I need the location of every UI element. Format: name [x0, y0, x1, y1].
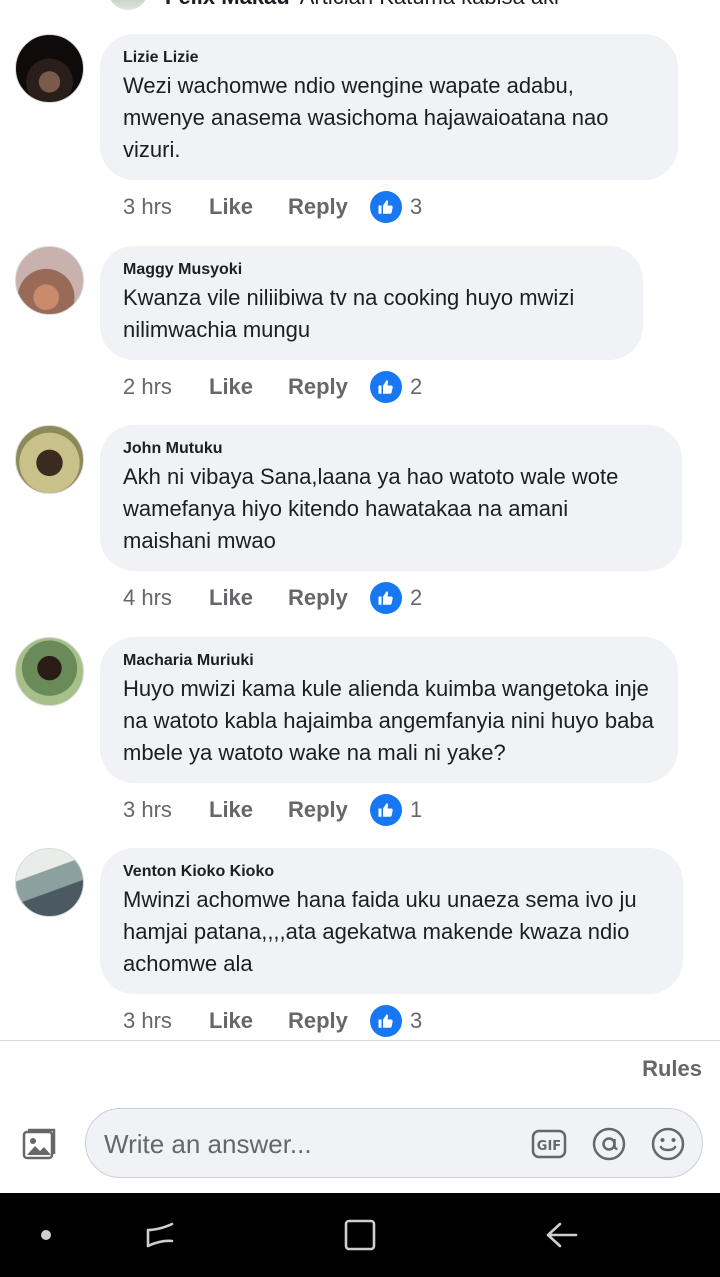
- thumbs-up-icon: [370, 371, 402, 403]
- comment-time[interactable]: 2 hrs: [123, 374, 209, 400]
- like-button[interactable]: Like: [209, 797, 288, 823]
- comment-text: Mwinzi achomwe hana faida uku unaeza sem…: [123, 887, 637, 976]
- reply-button[interactable]: Reply: [288, 1008, 370, 1034]
- answer-input[interactable]: [102, 1121, 516, 1167]
- reply-button[interactable]: Reply: [288, 374, 370, 400]
- comment-author[interactable]: Venton Kioko Kioko: [123, 862, 661, 882]
- like-button[interactable]: Like: [209, 374, 288, 400]
- comment-author[interactable]: Maggy Musyoki: [123, 260, 621, 280]
- avatar[interactable]: [15, 34, 84, 103]
- comment-author[interactable]: Macharia Muriuki: [123, 651, 656, 671]
- reaction-summary[interactable]: 1: [370, 794, 422, 826]
- thumbs-up-icon: [370, 794, 402, 826]
- recents-icon[interactable]: [140, 1215, 180, 1255]
- reaction-summary[interactable]: 2: [370, 371, 422, 403]
- rules-link[interactable]: Rules: [642, 1056, 702, 1082]
- comment-time[interactable]: 3 hrs: [123, 797, 209, 823]
- comment-actions: 3 hrs Like Reply 1: [123, 794, 422, 826]
- comment-text: Kwanza vile niliibiwa tv na cooking huyo…: [123, 285, 575, 342]
- avatar[interactable]: [108, 0, 148, 10]
- back-icon[interactable]: [542, 1215, 582, 1255]
- composer: GIF: [0, 1108, 720, 1178]
- comment-actions: 3 hrs Like Reply 3: [123, 1005, 422, 1037]
- reaction-summary[interactable]: 3: [370, 191, 422, 223]
- comment-author[interactable]: Felix Makau: [165, 0, 290, 9]
- avatar[interactable]: [15, 246, 84, 315]
- comment-bubble[interactable]: Lizie Lizie Wezi wachomwe ndio wengine w…: [100, 34, 678, 180]
- avatar[interactable]: [15, 637, 84, 706]
- comment-author[interactable]: John Mutuku: [123, 439, 660, 459]
- reaction-summary[interactable]: 3: [370, 1005, 422, 1037]
- photo-icon[interactable]: [20, 1124, 60, 1164]
- reaction-summary[interactable]: 2: [370, 582, 422, 614]
- home-icon[interactable]: [340, 1215, 380, 1255]
- comment-text: Wezi wachomwe ndio wengine wapate adabu,…: [123, 73, 609, 162]
- avatar[interactable]: [15, 848, 84, 917]
- svg-text:GIF: GIF: [537, 1139, 561, 1154]
- comment-text: Huyo mwizi kama kule aliendа kuimba wang…: [123, 676, 654, 765]
- system-navigation-bar: [0, 1193, 720, 1277]
- comment-time[interactable]: 3 hrs: [123, 194, 209, 220]
- reaction-count: 3: [410, 194, 423, 219]
- comment-text: Akh ni vibaya Sana,laana ya hao watoto w…: [123, 464, 619, 553]
- reaction-count: 3: [410, 1008, 423, 1033]
- comment-bubble[interactable]: Macharia Muriuki Huyo mwizi kama kule al…: [100, 637, 678, 783]
- previous-comment-partial: Felix Makau Articlan Katuma kabisa aki: [0, 0, 720, 10]
- comment-actions: 2 hrs Like Reply 2: [123, 371, 422, 403]
- comment-bubble[interactable]: John Mutuku Akh ni vibaya Sana,laana ya …: [100, 425, 682, 571]
- thumbs-up-icon: [370, 1005, 402, 1037]
- thumbs-up-icon: [370, 582, 402, 614]
- gif-icon[interactable]: GIF: [531, 1126, 567, 1162]
- thumbs-up-icon: [370, 191, 402, 223]
- reply-button[interactable]: Reply: [288, 194, 370, 220]
- emoji-icon[interactable]: [650, 1126, 686, 1162]
- reaction-count: 1: [410, 797, 423, 822]
- comment-text: Articlan Katuma kabisa aki: [300, 0, 559, 9]
- comment-actions: 3 hrs Like Reply 3: [123, 191, 422, 223]
- like-button[interactable]: Like: [209, 585, 288, 611]
- divider: [0, 1040, 720, 1041]
- comment-author[interactable]: Lizie Lizie: [123, 48, 656, 68]
- comment-bubble[interactable]: Venton Kioko Kioko Mwinzi achomwe hana f…: [100, 848, 683, 994]
- reaction-count: 2: [410, 585, 423, 610]
- avatar[interactable]: [15, 425, 84, 494]
- like-button[interactable]: Like: [209, 1008, 288, 1034]
- reaction-count: 2: [410, 374, 423, 399]
- dot-icon[interactable]: [26, 1215, 66, 1255]
- reply-button[interactable]: Reply: [288, 797, 370, 823]
- comment-time[interactable]: 4 hrs: [123, 585, 209, 611]
- answer-box: GIF: [85, 1108, 703, 1178]
- at-icon[interactable]: [591, 1126, 627, 1162]
- comment-time[interactable]: 3 hrs: [123, 1008, 209, 1034]
- reply-button[interactable]: Reply: [288, 585, 370, 611]
- like-button[interactable]: Like: [209, 194, 288, 220]
- comment-actions: 4 hrs Like Reply 2: [123, 582, 422, 614]
- comment-bubble[interactable]: Maggy Musyoki Kwanza vile niliibiwa tv n…: [100, 246, 643, 360]
